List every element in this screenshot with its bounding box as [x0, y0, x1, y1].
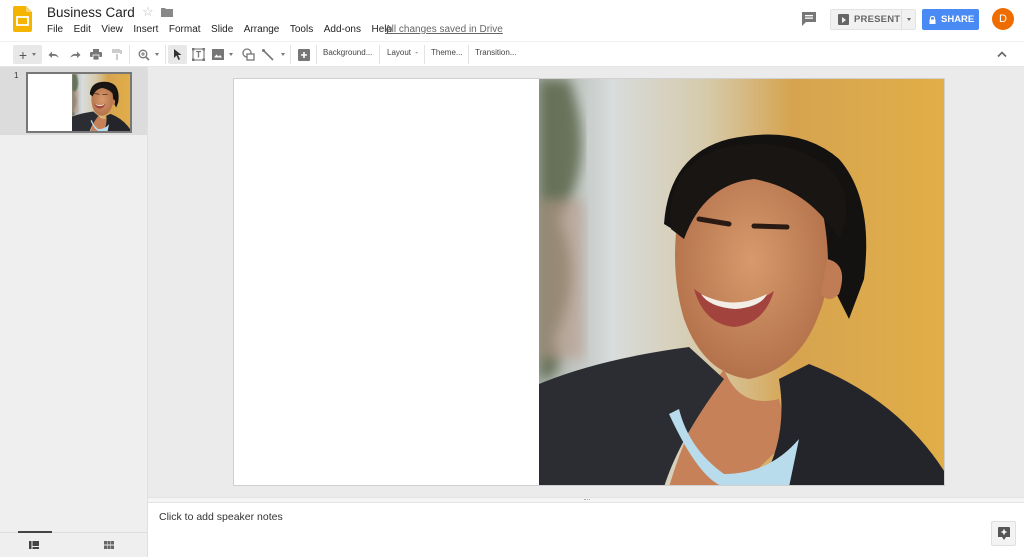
line-button[interactable] — [259, 45, 287, 64]
grid-view-icon[interactable] — [104, 541, 114, 549]
theme-button[interactable]: Theme... — [431, 48, 463, 57]
menu-arrange[interactable]: Arrange — [244, 24, 280, 35]
menu-view[interactable]: View — [101, 24, 123, 35]
undo-button[interactable] — [46, 45, 62, 64]
speaker-notes-placeholder[interactable]: Click to add speaker notes — [159, 511, 283, 523]
slide[interactable] — [233, 78, 945, 486]
transition-button[interactable]: Transition... — [475, 48, 517, 57]
add-comment-button[interactable] — [295, 45, 312, 64]
background-button[interactable]: Background... — [323, 48, 372, 57]
filmstrip-view-icon[interactable] — [29, 541, 39, 549]
comments-icon[interactable] — [801, 11, 817, 27]
undo-icon — [48, 51, 59, 58]
select-tool-button[interactable] — [168, 45, 187, 64]
toolbar-divider — [424, 45, 425, 64]
line-dropdown-icon — [280, 53, 285, 56]
collapse-menus-icon[interactable] — [997, 50, 1007, 58]
present-dropdown-icon[interactable] — [907, 18, 911, 21]
save-status-link[interactable]: All changes saved in Drive — [385, 24, 503, 35]
plus-icon: + — [18, 46, 28, 63]
toolbar-divider — [379, 45, 380, 64]
menu-file[interactable]: File — [47, 24, 63, 35]
lock-icon — [929, 15, 936, 24]
image-button[interactable] — [210, 45, 235, 64]
present-label: PRESENT — [854, 14, 901, 25]
share-label: SHARE — [941, 14, 975, 25]
document-title[interactable]: Business Card — [47, 5, 135, 20]
explore-button[interactable] — [991, 521, 1016, 546]
zoom-dropdown-icon — [154, 53, 159, 56]
layout-label: Layout — [387, 48, 412, 57]
slides-app: Business Card ☆ File Edit View Insert Fo… — [0, 0, 1024, 557]
menu-tools[interactable]: Tools — [290, 24, 313, 35]
menu-format[interactable]: Format — [169, 24, 201, 35]
present-split-divider — [901, 10, 902, 29]
paint-format-button[interactable] — [109, 45, 125, 64]
toolbar-divider — [290, 45, 291, 64]
paint-format-icon — [112, 49, 122, 60]
share-button[interactable]: SHARE — [922, 9, 979, 30]
shape-button[interactable] — [240, 45, 256, 64]
menu-slide[interactable]: Slide — [211, 24, 233, 35]
line-icon — [261, 48, 274, 61]
drag-grip-icon — [584, 499, 590, 501]
play-icon — [838, 14, 849, 25]
thumbnail-photo — [72, 74, 130, 131]
toolbar-divider — [165, 45, 166, 64]
star-icon[interactable]: ☆ — [142, 4, 154, 20]
slides-logo-icon[interactable] — [13, 6, 32, 32]
print-button[interactable] — [88, 45, 104, 64]
redo-button[interactable] — [67, 45, 83, 64]
present-button[interactable]: PRESENT — [830, 9, 916, 30]
print-icon — [90, 49, 102, 60]
filmstrip-view-tabs — [0, 531, 147, 557]
text-box-icon — [192, 48, 205, 61]
zoom-button[interactable] — [134, 45, 162, 64]
new-slide-button[interactable]: + — [13, 45, 42, 64]
menu-bar: File Edit View Insert Format Slide Arran… — [47, 24, 403, 35]
toolbar: + Background... Layout - Theme... Transi… — [0, 41, 1024, 67]
explore-icon — [997, 527, 1010, 540]
image-dropdown-icon — [229, 53, 233, 56]
slide-canvas — [148, 67, 1024, 497]
text-box-button[interactable] — [190, 45, 207, 64]
layout-button[interactable]: Layout - — [387, 48, 418, 57]
speaker-notes[interactable]: Click to add speaker notes — [148, 503, 1024, 557]
filmstrip-slide-1[interactable]: 1 — [0, 67, 147, 135]
portrait-photo[interactable] — [539, 79, 945, 486]
toolbar-divider — [129, 45, 130, 64]
toolbar-divider — [468, 45, 469, 64]
slide-thumbnail[interactable] — [26, 72, 132, 133]
header: Business Card ☆ File Edit View Insert Fo… — [0, 0, 1024, 41]
shape-icon — [241, 48, 255, 61]
menu-edit[interactable]: Edit — [74, 24, 91, 35]
menu-addons[interactable]: Add-ons — [324, 24, 361, 35]
zoom-icon — [138, 49, 150, 61]
select-icon — [173, 49, 181, 60]
slide-filmstrip: 1 — [0, 67, 148, 557]
menu-insert[interactable]: Insert — [133, 24, 158, 35]
comment-add-icon — [297, 48, 310, 61]
redo-icon — [70, 51, 81, 58]
account-avatar[interactable]: D — [992, 8, 1014, 30]
image-icon — [212, 49, 224, 60]
new-slide-dropdown-icon — [32, 53, 37, 56]
toolbar-divider — [316, 45, 317, 64]
slide-number: 1 — [14, 71, 19, 80]
layout-dropdown-icon: - — [415, 48, 418, 57]
active-view-indicator — [18, 531, 52, 533]
folder-icon[interactable] — [161, 7, 173, 17]
